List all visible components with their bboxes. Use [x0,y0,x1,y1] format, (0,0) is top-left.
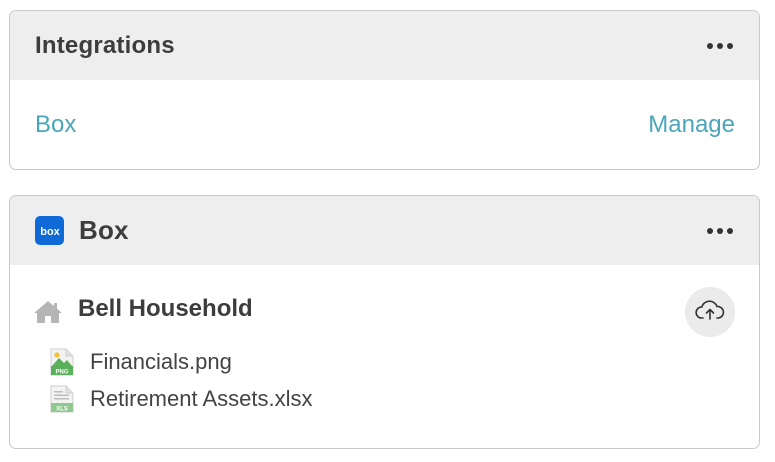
box-card: box Box Bell Household PNG Financials.pn… [9,195,760,449]
box-title: Box [79,215,129,245]
folder-section: Bell Household PNG Financials.png XLS Re… [10,265,759,412]
box-logo-icon: box [35,216,64,245]
integration-link-box[interactable]: Box [35,111,76,139]
folder-name[interactable]: Bell Household [78,295,253,323]
svg-text:XLS: XLS [56,406,68,412]
integrations-title: Integrations [35,31,175,59]
file-item[interactable]: XLS Retirement Assets.xlsx [50,380,313,417]
integrations-card: Integrations Box Manage [9,10,760,170]
more-options-icon[interactable] [705,224,735,238]
file-name: Retirement Assets.xlsx [90,385,313,411]
svg-text:box: box [40,226,60,237]
integration-row-box: Box Manage [10,80,759,169]
cloud-upload-button[interactable] [685,287,735,337]
image-file-icon: PNG [50,348,74,376]
spreadsheet-file-icon: XLS [50,385,74,413]
box-card-header: box Box [10,196,759,265]
home-icon [33,300,63,329]
cloud-upload-icon [695,299,725,326]
file-item[interactable]: PNG Financials.png [50,343,313,380]
svg-text:PNG: PNG [55,369,68,375]
manage-link[interactable]: Manage [648,111,735,139]
more-options-icon[interactable] [705,39,735,53]
file-list: PNG Financials.png XLS Retirement Assets… [50,343,313,417]
integrations-card-header: Integrations [10,11,759,80]
file-name: Financials.png [90,348,232,374]
